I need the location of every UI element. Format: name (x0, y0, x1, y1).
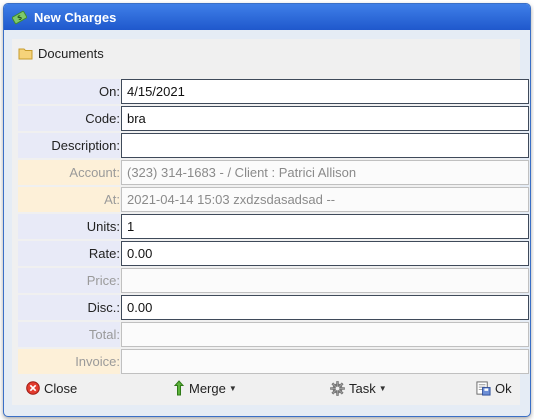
close-button[interactable]: Close (26, 377, 77, 399)
field-row-on: On: (18, 79, 529, 104)
documents-label: Documents (38, 45, 104, 61)
new-charges-dialog: $ New Charges Documents On: Code: Descri… (3, 3, 531, 417)
total-label: Total: (18, 322, 120, 347)
units-label: Units: (18, 214, 120, 239)
window-title: New Charges (34, 9, 117, 25)
description-input[interactable] (121, 133, 529, 158)
rate-input[interactable] (121, 241, 529, 266)
invoice-label: Invoice: (18, 349, 120, 374)
field-row-at: At: 2021-04-14 15:03 zxdzsdasadsad -- (18, 187, 529, 212)
merge-label: Merge (189, 380, 226, 396)
field-row-price: Price: (18, 268, 529, 293)
field-row-description: Description: (18, 133, 529, 158)
field-row-disc: Disc.: (18, 295, 529, 320)
field-row-total: Total: (18, 322, 529, 347)
price-field (121, 268, 529, 293)
button-bar: Close Merge ▼ Task ▼ Ok (18, 377, 520, 399)
on-date-input[interactable] (121, 79, 529, 104)
gear-icon (330, 380, 345, 396)
code-label: Code: (18, 106, 120, 131)
merge-icon (173, 380, 185, 396)
close-icon (26, 381, 40, 395)
description-label: Description: (18, 133, 120, 158)
on-label: On: (18, 79, 120, 104)
at-field: 2021-04-14 15:03 zxdzsdasadsad -- (121, 187, 529, 212)
field-row-account: Account: (323) 314-1683 - / Client : Pat… (18, 160, 529, 185)
field-row-units: Units: (18, 214, 529, 239)
at-label: At: (18, 187, 120, 212)
merge-button[interactable]: Merge ▼ (173, 377, 237, 399)
form-panel: Documents On: Code: Description: Account… (12, 39, 529, 405)
close-label: Close (44, 380, 78, 396)
documents-section[interactable]: Documents (12, 39, 520, 67)
charges-icon: $ (12, 10, 27, 24)
save-icon (476, 380, 491, 396)
rate-label: Rate: (18, 241, 120, 266)
units-input[interactable] (121, 214, 529, 239)
price-label: Price: (18, 268, 120, 293)
title-bar[interactable]: $ New Charges (4, 4, 530, 30)
field-row-invoice: Invoice: (18, 349, 529, 374)
merge-dropdown-icon: ▼ (228, 383, 237, 393)
account-label: Account: (18, 160, 120, 185)
invoice-field (121, 349, 529, 374)
task-label: Task (349, 380, 376, 396)
total-field (121, 322, 529, 347)
task-button[interactable]: Task ▼ (330, 377, 387, 399)
field-row-rate: Rate: (18, 241, 529, 266)
task-dropdown-icon: ▼ (378, 383, 387, 393)
disc-label: Disc.: (18, 295, 120, 320)
ok-button[interactable]: Ok (476, 377, 512, 399)
ok-label: Ok (495, 380, 512, 396)
field-row-code: Code: (18, 106, 529, 131)
account-field: (323) 314-1683 - / Client : Patrici Alli… (121, 160, 529, 185)
disc-input[interactable] (121, 295, 529, 320)
code-input[interactable] (121, 106, 529, 131)
folder-icon (18, 48, 33, 59)
